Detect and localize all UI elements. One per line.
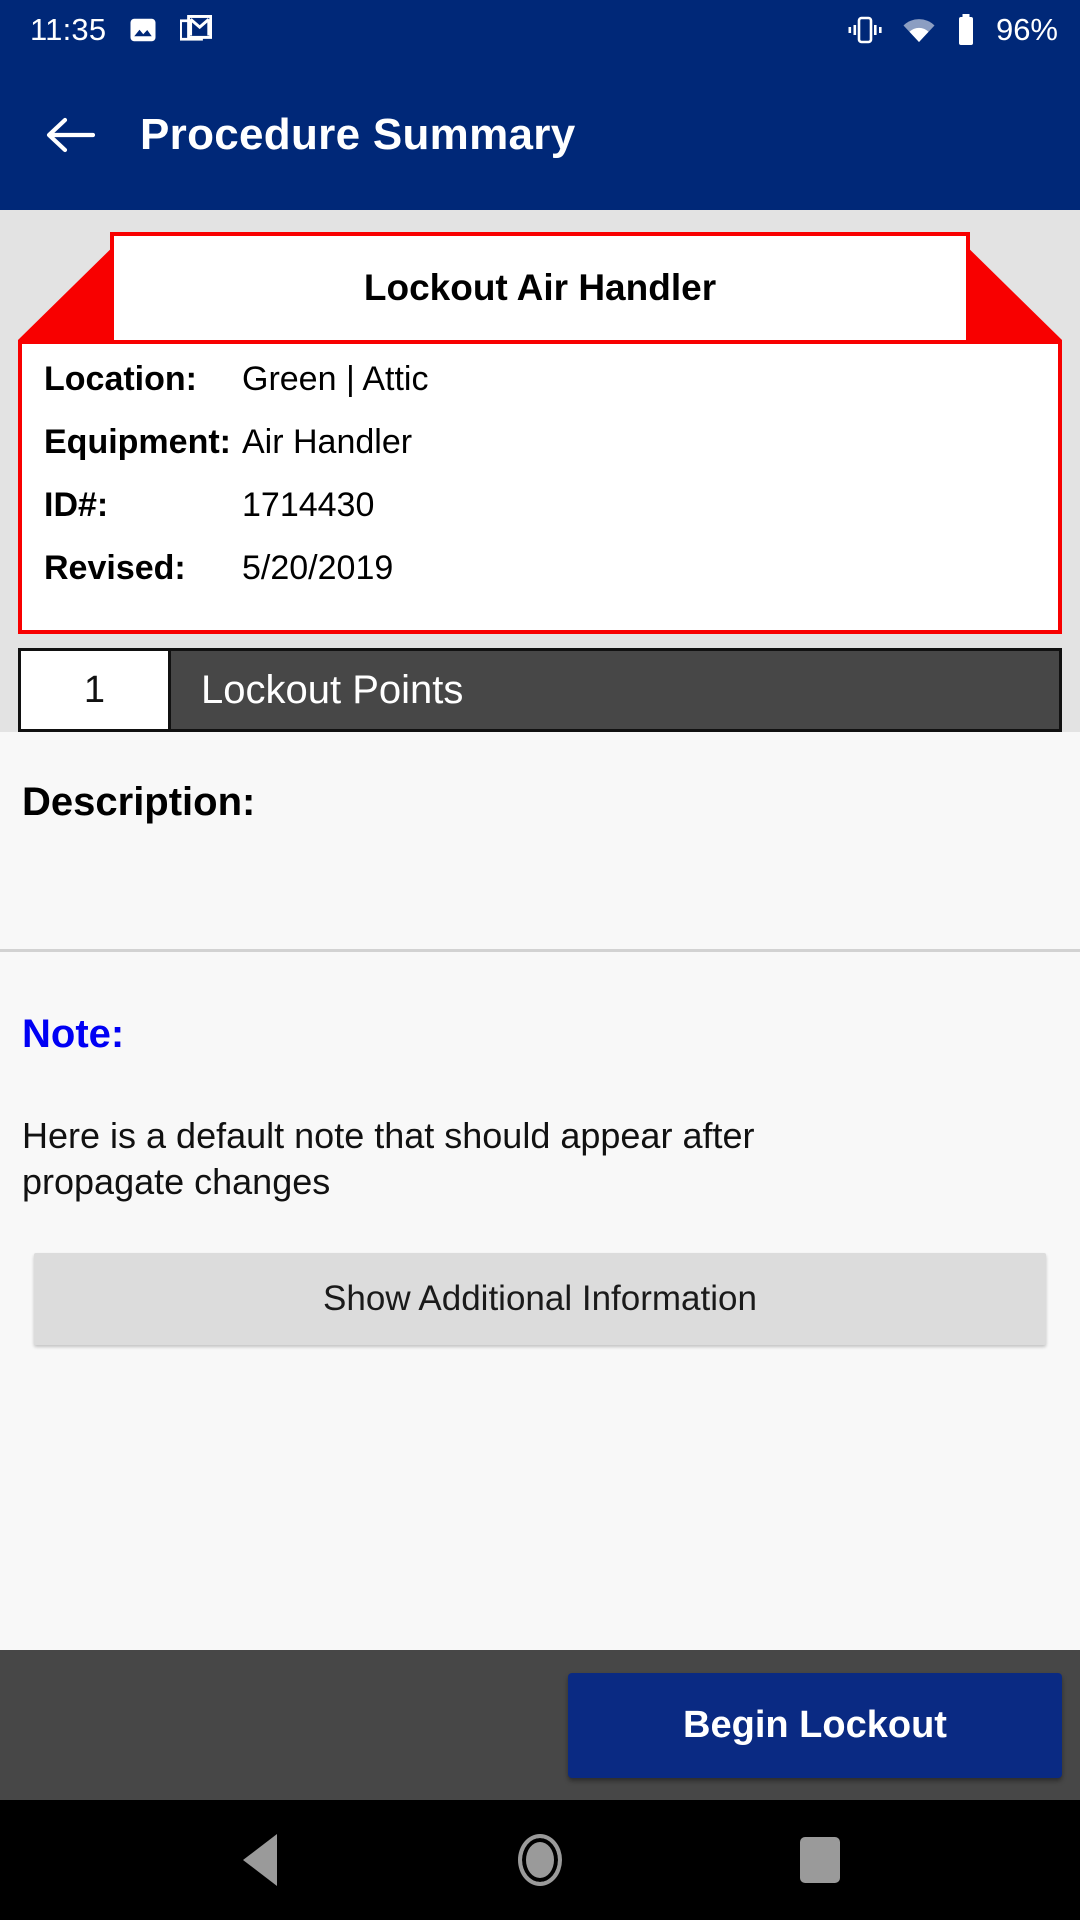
begin-lockout-button[interactable]: Begin Lockout	[568, 1672, 1062, 1778]
tag-title-box: Lockout Air Handler	[110, 232, 970, 340]
lockout-points-bar[interactable]: 1 Lockout Points	[18, 648, 1062, 732]
lockout-points-count: 1	[21, 651, 171, 729]
page-title: Procedure Summary	[140, 110, 576, 159]
status-bar-clock: 11:35	[30, 12, 107, 47]
table-row: ID#: 1714430	[44, 486, 1036, 549]
table-row: Location: Green | Attic	[44, 360, 1036, 423]
description-body	[22, 839, 1058, 931]
nav-back-icon[interactable]	[215, 1815, 305, 1905]
tag-title: Lockout Air Handler	[363, 267, 717, 308]
table-row: Revised: 5/20/2019	[44, 549, 1036, 612]
app-bar: Procedure Summary	[0, 60, 1080, 210]
battery-percent-label: 96%	[995, 12, 1058, 47]
show-additional-information-button[interactable]: Show Additional Information	[34, 1253, 1046, 1346]
gmail-icon	[180, 15, 213, 45]
nav-home-icon[interactable]	[495, 1815, 585, 1905]
detail-label-equipment: Equipment:	[44, 423, 231, 461]
detail-label-location: Location:	[44, 360, 197, 398]
wifi-icon	[902, 17, 936, 43]
note-body: Here is a default note that should appea…	[22, 1115, 755, 1203]
detail-label-id: ID#:	[44, 486, 109, 524]
procedure-tag-card: Lockout Air Handler Location: Green | At…	[0, 210, 1080, 732]
status-bar-left: 11:35	[30, 12, 213, 48]
status-bar: 11:35 96%	[0, 0, 1080, 60]
table-row: Equipment: Air Handler	[44, 423, 1036, 486]
nav-recents-icon[interactable]	[775, 1815, 865, 1905]
note-section: Note: Here is a default note that should…	[0, 952, 1080, 1346]
bottom-action-bar: Begin Lockout	[0, 1650, 1080, 1800]
description-heading: Description:	[22, 780, 256, 824]
detail-value-equipment: Air Handler	[242, 423, 413, 461]
procedure-detail-table: Location: Green | Attic Equipment: Air H…	[18, 340, 1062, 634]
detail-value-id: 1714430	[242, 486, 375, 524]
back-arrow-icon[interactable]	[42, 107, 98, 163]
battery-icon	[956, 14, 976, 46]
status-bar-right: 96%	[848, 12, 1058, 48]
android-navigation-bar	[0, 1800, 1080, 1920]
detail-value-revised: 5/20/2019	[242, 549, 394, 587]
lockout-points-label: Lockout Points	[201, 667, 464, 712]
detail-value-location: Green | Attic	[242, 360, 429, 398]
vibrate-icon	[848, 15, 882, 45]
tag-header: Lockout Air Handler	[18, 232, 1062, 340]
detail-label-revised: Revised:	[44, 549, 186, 587]
note-heading: Note:	[22, 1012, 125, 1056]
content-area: Description: Note: Here is a default not…	[0, 732, 1080, 1650]
photos-icon	[128, 15, 158, 45]
app-screen: 11:35 96% Procedure Summary Lockout Air …	[0, 0, 1080, 1920]
description-section: Description:	[0, 732, 1080, 931]
